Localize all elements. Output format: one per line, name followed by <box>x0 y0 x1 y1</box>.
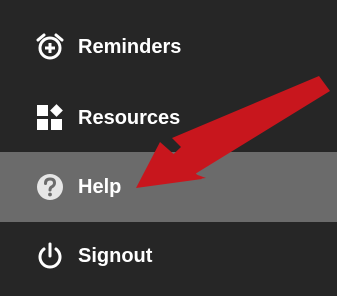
sidebar-item-label: Reminders <box>78 35 182 58</box>
sidebar-item-label: Resources <box>78 106 181 129</box>
sidebar-item-signout[interactable]: Signout <box>0 221 337 291</box>
sidebar-item-label: Help <box>78 175 122 198</box>
sidebar-item-label: Signout <box>78 244 153 267</box>
sidebar-menu: Reminders Resources Help Signout <box>0 0 337 296</box>
sidebar-item-resources[interactable]: Resources <box>0 83 337 153</box>
sidebar-item-reminders[interactable]: Reminders <box>0 12 337 82</box>
resources-blocks-icon <box>34 102 66 134</box>
sidebar-item-help[interactable]: Help <box>0 152 337 222</box>
question-circle-icon <box>34 171 66 203</box>
power-icon <box>34 240 66 272</box>
alarm-clock-add-icon <box>34 31 66 63</box>
